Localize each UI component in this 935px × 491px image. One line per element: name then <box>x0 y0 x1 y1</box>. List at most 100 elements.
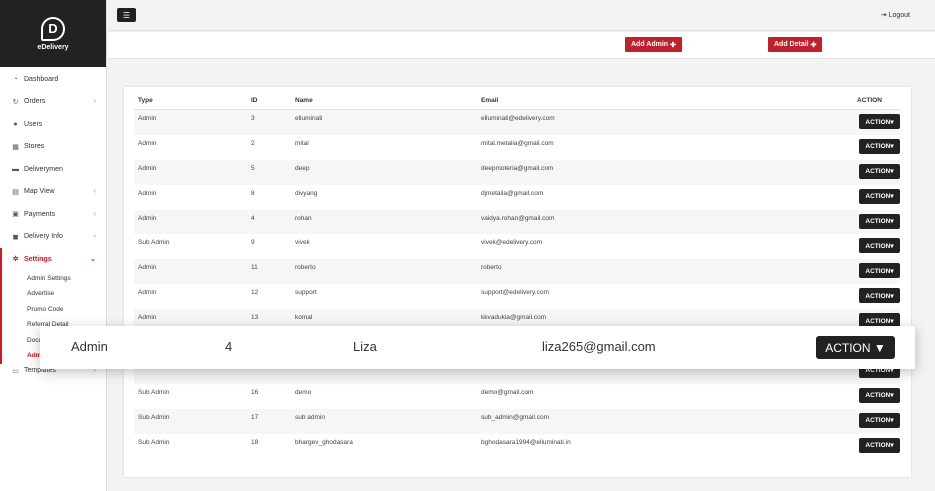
sidebar: D eDelivery ◔ Dashboard ↻ Orders ‹ ● Users ▦ Sto… <box>0 0 107 491</box>
header-email: Email <box>481 97 499 104</box>
cell-email: demo@gmail.com <box>481 388 534 396</box>
cell-type: Admin <box>138 264 157 272</box>
cell-name: roberto <box>295 264 316 272</box>
cell-id: 17 <box>251 413 259 421</box>
cell-id: 18 <box>251 438 259 446</box>
cell-email: support@edelivery.com <box>481 289 549 297</box>
sidebar-item-label: Users <box>24 120 43 128</box>
zoomed-table-row: Admin 4 Liza liza265@gmail.com ACTION ▼ <box>40 326 915 369</box>
logout-link[interactable]: ⇥ Logout <box>881 11 910 19</box>
delivery-info-icon: ◼ <box>12 233 19 241</box>
add-admin-button[interactable]: Add Admin ✚ <box>625 37 682 52</box>
header-type: Type <box>138 97 153 104</box>
table-row: Admin 2 mital mital.metalia@gmail.com ACTION… <box>134 135 900 160</box>
sidebar-item-dashboard[interactable]: ◔ Dashboard <box>0 68 106 91</box>
table-row: Admin 12 support support@edelivery.com ACTIO… <box>134 284 900 309</box>
cell-email: mital.metalia@gmail.com <box>481 139 554 147</box>
row-action-button[interactable]: ACTION▾ <box>859 437 900 453</box>
cell-email: bghodasara1994@elluminati.in <box>481 438 571 446</box>
topbar: ☰ ⇥ Logout <box>108 0 935 31</box>
sidebar-item-label: Map View <box>24 188 55 196</box>
sidebar-subitem-advertise[interactable]: Advertise <box>2 286 106 302</box>
chevron-icon: ‹ <box>93 98 96 106</box>
zoom-name: Liza <box>353 339 377 354</box>
cell-id: 13 <box>251 314 259 322</box>
sidebar-item-label: Orders <box>24 98 46 106</box>
cell-email: deepmoteria@gmail.com <box>481 164 554 172</box>
cell-id: 8 <box>251 189 255 197</box>
cell-id: 4 <box>251 214 255 222</box>
sidebar-item-label: Settings <box>24 255 52 263</box>
cell-name: support <box>295 289 317 297</box>
cell-email: sub_admin@gmail.com <box>481 413 550 421</box>
map-icon: ▤ <box>12 188 19 196</box>
cell-email: elluminati@edelivery.com <box>481 115 555 122</box>
cell-id: 16 <box>251 388 259 396</box>
action-bar: Add Admin ✚ Add Detail ✚ <box>108 32 935 59</box>
zoom-email: liza265@gmail.com <box>542 339 656 354</box>
sidebar-item-orders[interactable]: ↻ Orders ‹ <box>0 91 106 114</box>
table-row: Admin 5 deep deepmoteria@gmail.com ACTION▾ <box>134 159 900 185</box>
row-action-button[interactable]: ACTION▾ <box>859 138 900 154</box>
cell-id: 11 <box>251 264 258 272</box>
row-action-button[interactable]: ACTION▾ <box>859 412 900 428</box>
cell-type: Sub Admin <box>138 388 170 396</box>
cell-type: Admin <box>138 189 157 197</box>
brand-name: eDelivery <box>37 43 69 51</box>
chevron-icon: ‹ <box>93 210 96 218</box>
cell-name: deep <box>295 164 310 172</box>
header-name: Name <box>295 97 313 104</box>
sidebar-item-label: Deliverymen <box>24 165 63 173</box>
cell-email: djmetalia@gmail.com <box>481 189 544 197</box>
plus-icon: ✚ <box>810 41 817 49</box>
sidebar-item-delivery-info[interactable]: ◼ Delivery Info ‹ <box>0 226 106 249</box>
cell-type: Admin <box>138 139 157 147</box>
row-action-button[interactable]: ACTION▾ <box>859 188 900 204</box>
cell-type: Admin <box>138 314 157 322</box>
chevron-icon: ‹ <box>93 188 96 196</box>
sidebar-item-payments[interactable]: ▣ Payments ‹ <box>0 203 106 226</box>
cell-name: elluminati <box>295 115 323 122</box>
sidebar-item-users[interactable]: ● Users <box>0 113 106 136</box>
row-action-button[interactable]: ACTION▾ <box>859 163 900 179</box>
row-action-button[interactable]: ACTION▾ <box>859 238 900 254</box>
cell-id: 3 <box>251 115 255 122</box>
cell-type: Admin <box>138 164 157 172</box>
header-id: ID <box>251 97 258 104</box>
sidebar-item-settings[interactable]: ✲ Settings ⌄ <box>0 248 106 271</box>
cell-email: vivek@edelivery.com <box>481 239 543 247</box>
add-detail-button[interactable]: Add Detail ✚ <box>768 37 823 52</box>
table-row: Admin 3 elluminati elluminati@edelivery.com… <box>134 110 900 135</box>
menu-toggle-button[interactable]: ☰ <box>117 8 136 22</box>
brand[interactable]: D eDelivery <box>0 0 106 67</box>
cell-id: 12 <box>251 289 259 297</box>
cell-type: Sub Admin <box>138 413 170 421</box>
zoom-action-button[interactable]: ACTION ▼ <box>816 336 895 359</box>
cell-type: Admin <box>138 115 157 122</box>
sidebar-subitem-promo-code[interactable]: Promo Code <box>2 302 106 318</box>
row-action-button[interactable]: ACTION▾ <box>859 213 900 229</box>
zoom-id: 4 <box>225 339 233 354</box>
table-row: Sub Admin 16 demo demo@gmail.com ACTION▾ <box>134 384 900 409</box>
sidebar-item-deliverymen[interactable]: ▬ Deliverymen <box>0 158 106 181</box>
row-action-button[interactable]: ACTION▾ <box>859 288 900 304</box>
plus-icon: ✚ <box>670 41 676 49</box>
row-action-button[interactable]: ACTION▾ <box>859 114 900 129</box>
cell-type: Admin <box>138 289 157 297</box>
sidebar-subitem-admin-settings[interactable]: Admin Settings <box>2 271 106 287</box>
user-icon: ● <box>13 120 18 128</box>
cell-type: Sub Admin <box>138 239 170 247</box>
logout-label: Logout <box>888 12 910 19</box>
cell-email: kkvadukia@gmail.com <box>481 314 547 322</box>
chevron-icon: ⌄ <box>90 256 96 264</box>
sidebar-item-label: Payments <box>24 210 56 218</box>
cell-name: mital <box>295 139 309 147</box>
row-action-button[interactable]: ACTION▾ <box>859 263 900 279</box>
row-action-button[interactable]: ACTION▾ <box>859 387 900 403</box>
brand-logo-icon: D <box>41 16 65 41</box>
cell-id: 9 <box>251 239 255 247</box>
sidebar-item-stores[interactable]: ▦ Stores <box>0 136 106 159</box>
cell-name: komal <box>295 314 313 322</box>
sidebar-item-map-view[interactable]: ▤ Map View ‹ <box>0 181 106 204</box>
sidebar-nav: ◔ Dashboard ↻ Orders ‹ ● Users ▦ Stores ▬ Delivery… <box>0 67 106 271</box>
